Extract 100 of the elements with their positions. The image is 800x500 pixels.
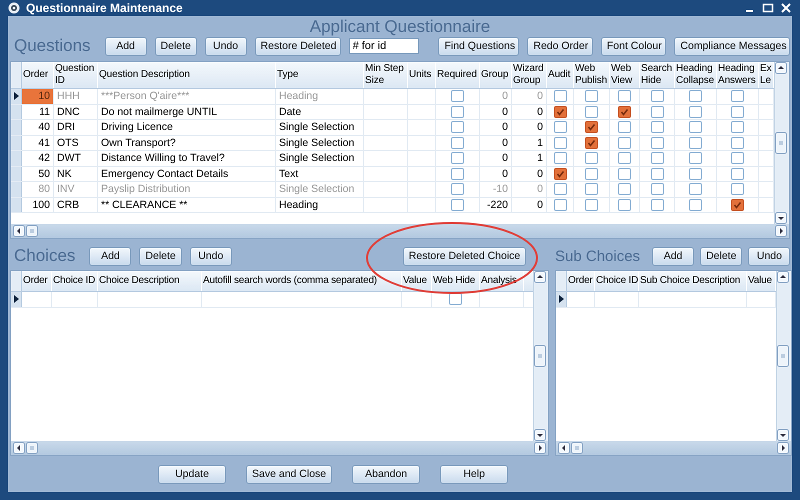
checkbox[interactable] [618, 90, 631, 102]
checkbox[interactable] [618, 136, 631, 149]
checkbox[interactable] [585, 90, 598, 102]
checkbox[interactable] [731, 106, 744, 118]
footer-button[interactable]: Abandon [352, 464, 420, 484]
checkbox[interactable] [731, 152, 744, 164]
checkbox[interactable] [689, 198, 702, 211]
toolbar-button[interactable]: Compliance Messages [674, 36, 790, 56]
checkbox[interactable] [618, 183, 631, 196]
checkbox[interactable] [451, 198, 464, 211]
checkbox[interactable] [618, 152, 631, 164]
toolbar-button[interactable]: Add [104, 36, 147, 56]
checkbox[interactable] [650, 152, 664, 164]
checkbox[interactable] [618, 106, 631, 118]
checkbox[interactable] [650, 90, 664, 102]
checkbox[interactable] [618, 168, 631, 180]
scroll-thumb[interactable] [26, 442, 38, 454]
checkbox[interactable] [554, 136, 566, 149]
toolbar-button[interactable]: Undo [190, 246, 232, 266]
table-cell: DRI [54, 120, 98, 134]
checkbox[interactable] [689, 90, 702, 102]
checkbox[interactable] [731, 90, 744, 102]
footer-button[interactable]: Help [440, 464, 508, 484]
checkbox[interactable] [585, 168, 598, 180]
checkbox[interactable] [650, 198, 664, 211]
checkbox[interactable] [451, 121, 464, 134]
toolbar-button[interactable]: Font Colour [600, 36, 666, 56]
horizontal-scrollbar[interactable] [11, 441, 548, 455]
checkbox[interactable] [554, 121, 566, 134]
toolbar-button[interactable]: Undo [204, 36, 247, 56]
checkbox[interactable] [585, 106, 598, 118]
checkbox[interactable] [451, 136, 464, 149]
checkbox[interactable] [689, 152, 702, 164]
checkbox[interactable] [731, 136, 744, 149]
checkbox[interactable] [689, 121, 702, 134]
checkbox[interactable] [451, 90, 464, 102]
toolbar-button[interactable]: Delete [139, 246, 182, 266]
checkbox[interactable] [451, 168, 464, 180]
vertical-scrollbar[interactable] [533, 271, 548, 441]
toolbar-button[interactable]: Redo Order [527, 36, 593, 56]
checkbox[interactable] [618, 121, 631, 134]
toolbar-button[interactable]: Delete [700, 246, 742, 266]
checkbox[interactable] [449, 293, 462, 306]
horizontal-scrollbar[interactable] [556, 441, 791, 455]
toolbar-button[interactable]: Restore Deleted Choice [402, 246, 526, 266]
checkbox[interactable] [585, 121, 598, 134]
toolbar-button[interactable]: Find Questions [438, 36, 520, 56]
footer-button[interactable]: Save and Close [246, 464, 332, 484]
row-header[interactable] [11, 89, 22, 104]
column-header: Web View [610, 62, 640, 88]
checkbox[interactable] [585, 136, 598, 149]
checkbox[interactable] [554, 90, 566, 102]
row-header[interactable] [11, 292, 22, 306]
toolbar-button[interactable]: Add [89, 246, 132, 266]
checkbox[interactable] [650, 136, 664, 149]
maximize-icon[interactable] [762, 2, 774, 14]
checkbox[interactable] [554, 106, 566, 118]
checkbox[interactable] [689, 168, 702, 180]
checkbox[interactable] [451, 152, 464, 164]
checkbox[interactable] [689, 183, 702, 196]
checkbox[interactable] [618, 198, 631, 211]
checkbox[interactable] [451, 183, 464, 196]
scroll-thumb[interactable] [571, 442, 583, 454]
checkbox[interactable] [689, 106, 702, 118]
table-cell: 11 [22, 104, 54, 119]
checkbox[interactable] [650, 168, 664, 180]
checkbox[interactable] [585, 152, 598, 164]
checkbox[interactable] [585, 183, 598, 196]
close-icon[interactable] [780, 2, 792, 14]
row-header[interactable] [556, 292, 567, 306]
checkbox[interactable] [731, 168, 744, 180]
vertical-scrollbar[interactable] [776, 271, 791, 441]
checkbox[interactable] [554, 183, 566, 196]
scroll-thumb[interactable] [534, 345, 546, 367]
checkbox[interactable] [650, 121, 664, 134]
scroll-thumb[interactable] [775, 132, 787, 154]
checkbox[interactable] [585, 198, 598, 211]
checkbox[interactable] [554, 152, 566, 164]
table-cell: 1 [512, 151, 547, 166]
toolbar-button[interactable]: Add [652, 246, 694, 266]
toolbar-button[interactable]: Restore Deleted [254, 36, 341, 56]
scroll-thumb[interactable] [26, 225, 38, 237]
table-cell: Emergency Contact Details [98, 166, 276, 181]
footer-button[interactable]: Update [158, 464, 226, 484]
toolbar-button[interactable]: Delete [154, 36, 197, 56]
checkbox[interactable] [731, 121, 744, 134]
checkbox[interactable] [554, 168, 566, 180]
vertical-scrollbar[interactable] [774, 62, 789, 224]
checkbox[interactable] [650, 106, 664, 118]
column-header: Autofill search words (comma separated) [202, 271, 402, 291]
horizontal-scrollbar[interactable] [11, 224, 789, 238]
checkbox[interactable] [731, 183, 744, 196]
checkbox[interactable] [731, 198, 744, 211]
toolbar-button[interactable]: Undo [748, 246, 790, 266]
checkbox[interactable] [554, 198, 566, 211]
checkbox[interactable] [650, 183, 664, 196]
scroll-thumb[interactable] [777, 345, 789, 367]
checkbox[interactable] [689, 136, 702, 149]
search-field[interactable]: # for id [348, 38, 419, 54]
checkbox[interactable] [451, 106, 464, 118]
